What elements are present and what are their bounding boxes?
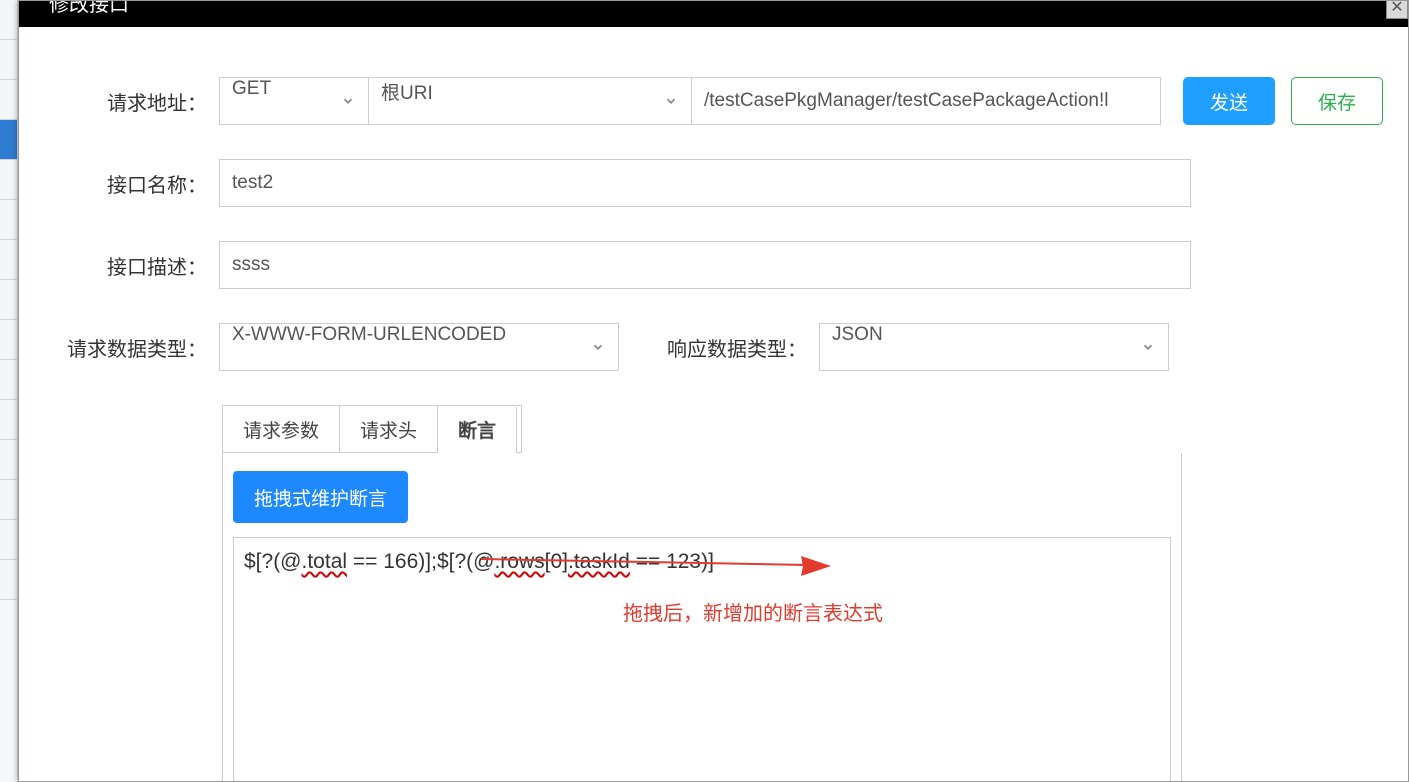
drag-assertion-button[interactable]: 拖拽式维护断言 bbox=[233, 471, 408, 523]
label-resp-data-type: 响应数据类型： bbox=[619, 333, 819, 362]
dialog-close-button[interactable]: ✕ bbox=[1386, 1, 1408, 19]
label-api-desc: 接口描述： bbox=[44, 251, 219, 280]
req-data-type-value: X-WWW-FORM-URLENCODED bbox=[219, 323, 619, 371]
resp-data-type-select[interactable]: JSON bbox=[819, 323, 1169, 371]
root-uri-value: 根URI bbox=[368, 77, 692, 125]
send-button[interactable]: 发送 bbox=[1183, 77, 1275, 125]
dialog-title: 修改接口 bbox=[49, 1, 129, 16]
tab-assertions[interactable]: 断言 bbox=[438, 407, 517, 454]
req-data-type-select[interactable]: X-WWW-FORM-URLENCODED bbox=[219, 323, 619, 371]
row-request-url: 请求地址： GET 根URI 发送 保存 bbox=[44, 77, 1383, 125]
row-data-types: 请求数据类型： X-WWW-FORM-URLENCODED 响应数据类型： JS… bbox=[44, 323, 1383, 371]
label-req-data-type: 请求数据类型： bbox=[44, 333, 219, 362]
tab-request-params[interactable]: 请求参数 bbox=[223, 406, 340, 452]
root-uri-select[interactable]: 根URI bbox=[368, 77, 692, 125]
param-tabs-container: 请求参数 请求头 断言 拖拽式维护断言 $[?(@.total == 166)]… bbox=[222, 405, 1182, 781]
api-name-input[interactable] bbox=[219, 159, 1191, 207]
resp-data-type-value: JSON bbox=[819, 323, 1169, 371]
modify-api-dialog: 修改接口 ✕ 请求地址： GET 根URI bbox=[18, 0, 1409, 782]
tab-request-headers[interactable]: 请求头 bbox=[340, 406, 438, 452]
dialog-body: 请求地址： GET 根URI 发送 保存 bbox=[19, 27, 1408, 781]
http-method-value: GET bbox=[219, 77, 369, 125]
param-tabs-bar: 请求参数 请求头 断言 bbox=[222, 405, 522, 453]
save-button[interactable]: 保存 bbox=[1291, 77, 1383, 125]
tab-panel-assertions: 拖拽式维护断言 $[?(@.total == 166)];$[?(@.rows[… bbox=[222, 453, 1182, 781]
api-desc-input[interactable] bbox=[219, 241, 1191, 289]
close-icon: ✕ bbox=[1390, 1, 1403, 16]
url-path-input[interactable] bbox=[691, 77, 1161, 125]
dialog-header: 修改接口 ✕ bbox=[19, 1, 1408, 27]
background-sidebar-strip bbox=[0, 0, 18, 782]
http-method-select[interactable]: GET bbox=[219, 77, 369, 125]
label-request-url: 请求地址： bbox=[44, 87, 219, 116]
assertion-expression-textarea[interactable]: $[?(@.total == 166)];$[?(@.rows[0].taskI… bbox=[233, 537, 1171, 781]
label-api-name: 接口名称： bbox=[44, 169, 219, 198]
row-api-desc: 接口描述： bbox=[44, 241, 1383, 289]
row-api-name: 接口名称： bbox=[44, 159, 1383, 207]
